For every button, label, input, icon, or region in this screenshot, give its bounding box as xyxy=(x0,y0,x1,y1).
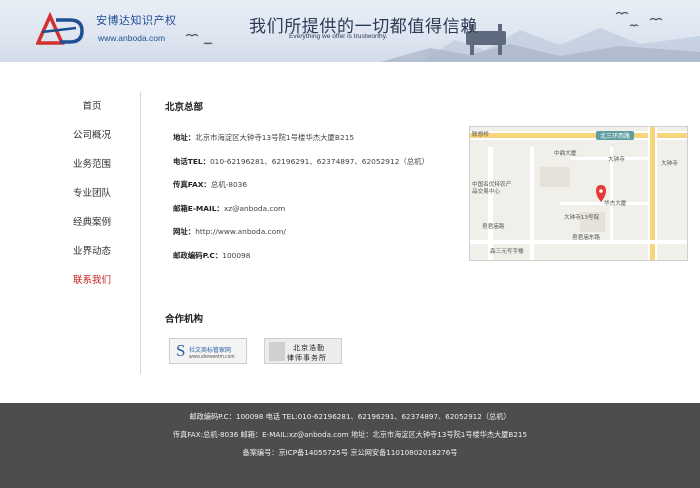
footer-contact-line: 邮政编码P.C：100098 电话 TEL:010-62196281、62196… xyxy=(189,412,511,421)
map-label-north-third-ring: 北三环西路 xyxy=(596,131,635,140)
map-label-zhongding: 中鼎大厦 xyxy=(554,151,577,157)
postcode-value: 100098 xyxy=(222,250,251,260)
nav-item-contact-us[interactable]: 联系我们 xyxy=(44,266,140,295)
nav-item-professional-team[interactable]: 专业团队 xyxy=(44,179,140,208)
website-label: 网址： xyxy=(173,227,196,237)
page-title: 北京总部 xyxy=(165,102,204,113)
address-row: 地址：北京市海淀区大钟寺13号院1号楼华杰大厦B215 xyxy=(173,126,463,150)
header-slogan-en: Everything we offer is trustworthy. xyxy=(289,33,388,40)
email-value[interactable]: xz@anboda.com xyxy=(224,204,285,213)
nav-item-classic-cases[interactable]: 经典案例 xyxy=(44,208,140,237)
map-label-zaojun-east: 皂君庙东路 xyxy=(572,235,600,241)
partner-name: 社文商标管家网 xyxy=(189,347,232,354)
contact-info: 地址：北京市海淀区大钟寺13号院1号楼华杰大厦B215 电话TEL：010-62… xyxy=(173,126,463,268)
email-row: 邮箱E-MAIL：xz@anboda.com xyxy=(173,197,463,221)
partner-name-line2: 律师事务所 xyxy=(287,354,327,362)
partners-title: 合作机构 xyxy=(165,314,204,325)
fax-row: 传真FAX：总机-8036 xyxy=(173,173,463,197)
law-firm-seal-icon xyxy=(269,342,285,361)
map-label-lianxiang-bridge: 联想桥 xyxy=(472,132,489,138)
map-label-market: 中国名优特农产品交易中心 xyxy=(472,182,512,195)
page-header: 安博达知识产权 www.anboda.com 我们所提供的一切都值得信赖 Eve… xyxy=(0,0,700,62)
nav-item-home[interactable]: 首页 xyxy=(44,92,140,121)
nav-item-industry-news[interactable]: 业界动态 xyxy=(44,237,140,266)
footer-icp-line: 备案编号：京ICP备14055725号 京公网安备11010802018276号 xyxy=(242,448,458,457)
email-label: 邮箱E-MAIL： xyxy=(173,203,224,213)
footer-address-line: 传真FAX:总机-8036 邮箱：E-MAIL:xz@anboda.com 地址… xyxy=(172,430,528,439)
sidebar-divider xyxy=(140,92,141,374)
map-label-dazhongsi: 大钟寺 xyxy=(608,157,625,163)
sidebar-nav: 首页 公司概况 业务范围 专业团队 经典案例 业界动态 联系我们 xyxy=(44,92,140,295)
partner-shewentm-link[interactable]: S 社文商标管家网 www.shewentm.com xyxy=(169,338,247,364)
map-label-zaojun-road: 皂君庙路 xyxy=(482,224,505,230)
location-map[interactable]: 联想桥 北三环西路 中鼎大厦 大钟寺 大钟寺 中国名优特农产品交易中心 华杰大厦… xyxy=(469,126,688,261)
logo-url: www.anboda.com xyxy=(98,33,166,43)
logo-name: 安博达知识产权 xyxy=(96,14,177,27)
postcode-row: 邮政编码P.C：100098 xyxy=(173,244,463,268)
tel-row: 电话TEL：010-62196281、62196291、62374897、620… xyxy=(173,150,463,174)
nav-item-company-overview[interactable]: 公司概况 xyxy=(44,121,140,150)
website-link[interactable]: http://www.anboda.com/ xyxy=(195,227,286,236)
fax-label: 传真FAX： xyxy=(173,180,211,190)
anboda-logo-icon[interactable] xyxy=(36,12,86,46)
nav-item-business-scope[interactable]: 业务范围 xyxy=(44,150,140,179)
page-footer: 邮政编码P.C：100098 电话 TEL:010-62196281、62196… xyxy=(0,403,700,488)
fax-value: 总机-8036 xyxy=(210,180,248,190)
shewentm-logo-icon: S xyxy=(176,341,186,360)
map-label-huajie: 华杰大厦 xyxy=(604,201,627,207)
address-label: 地址： xyxy=(173,133,196,142)
map-label-sanyuan: 森三元写字楼 xyxy=(490,249,524,255)
partner-haoqin-law-link[interactable]: 北京浩勤 律师事务所 xyxy=(264,338,342,364)
map-label-dazhongsi13: 大钟寺13号院 xyxy=(564,215,600,221)
tel-label: 电话TEL： xyxy=(173,156,210,166)
map-label-dazhongsi-right: 大钟寺 xyxy=(661,161,678,167)
partner-name-line1: 北京浩勤 xyxy=(293,344,325,352)
postcode-label: 邮政编码P.C： xyxy=(173,250,223,260)
partner-url: www.shewentm.com xyxy=(189,354,235,360)
tel-value: 010-62196281、62196291、62374897、62052912（… xyxy=(209,156,429,166)
website-row: 网址：http://www.anboda.com/ xyxy=(173,220,463,244)
address-value: 北京市海淀区大钟寺13号院1号楼华杰大厦B215 xyxy=(195,133,355,142)
